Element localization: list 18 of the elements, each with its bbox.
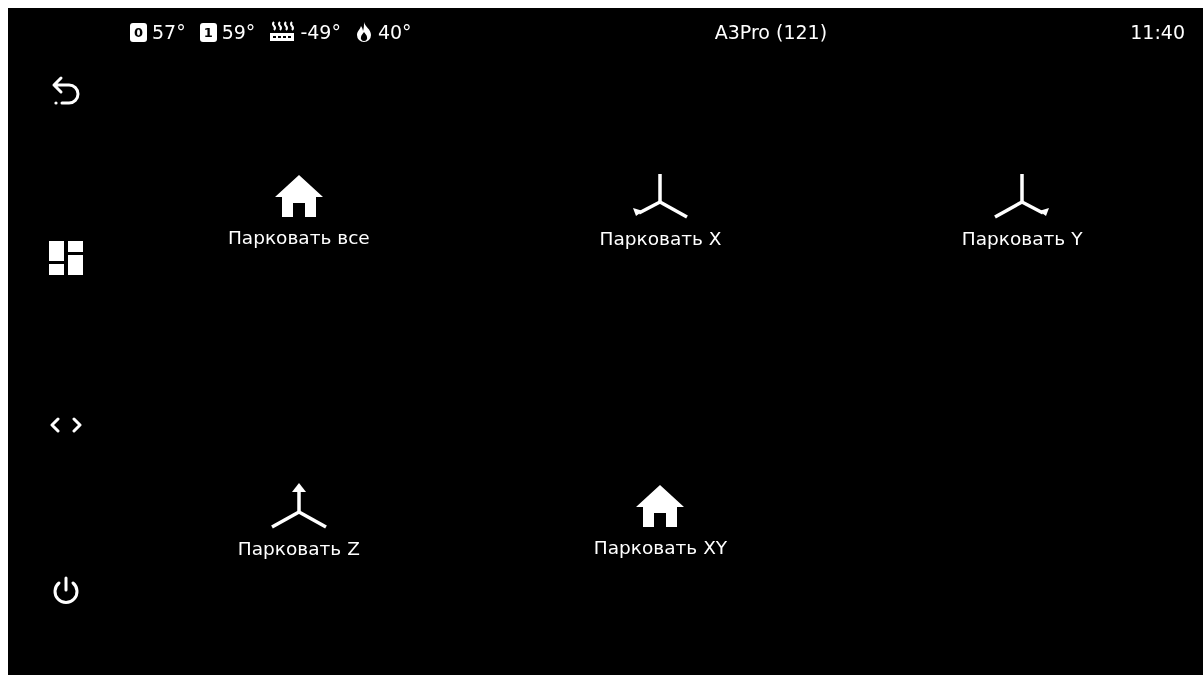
dashboard-icon bbox=[49, 241, 83, 276]
home-axis-button[interactable]: Парковать Z bbox=[231, 475, 366, 565]
heated-bed-icon bbox=[269, 21, 296, 43]
home-axis-button[interactable]: Парковать все bbox=[221, 167, 376, 255]
temperature-reading: 57° bbox=[152, 21, 186, 43]
extruder-badge: 0 bbox=[130, 22, 147, 42]
flame-icon bbox=[354, 21, 373, 43]
home-axis-button[interactable]: Парковать X bbox=[593, 166, 728, 256]
home-axis-button[interactable]: Парковать Y bbox=[955, 166, 1089, 256]
temperature-reading: 59° bbox=[221, 21, 256, 43]
printer-name: A3Pro (121) bbox=[713, 21, 829, 43]
temperature-reading: 40° bbox=[377, 21, 412, 43]
temperature-reading: -49° bbox=[300, 21, 341, 43]
back-icon bbox=[51, 75, 81, 108]
extruder-badge: 1 bbox=[199, 22, 217, 42]
code-icon bbox=[49, 416, 83, 433]
clock-time: 11:40 bbox=[1130, 21, 1185, 43]
home-axis-button[interactable]: Парковать XY bbox=[587, 476, 734, 564]
